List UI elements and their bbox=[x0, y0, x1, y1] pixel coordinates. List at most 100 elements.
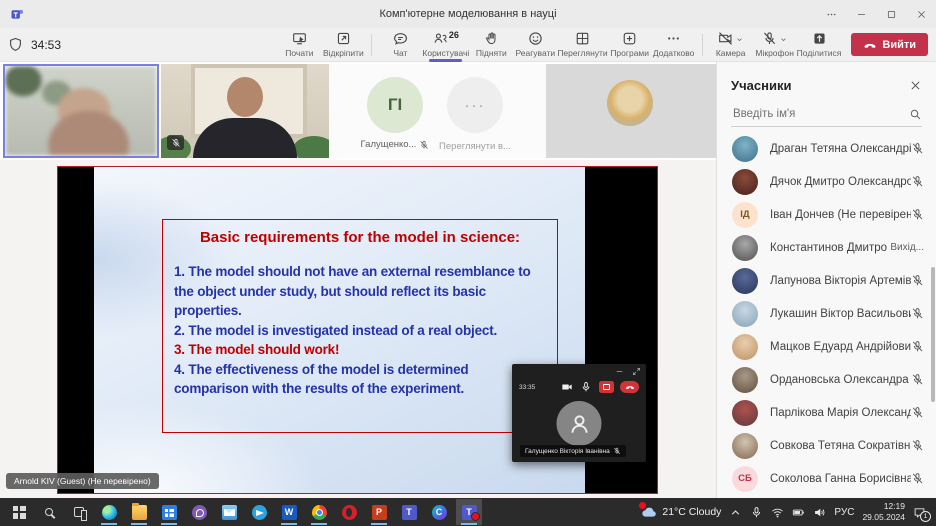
participant-row[interactable]: Дячок Дмитро Олександрович bbox=[717, 165, 936, 198]
participant-name: Ордановська Олександра Іго... bbox=[770, 374, 911, 386]
apps-button[interactable]: Програми bbox=[608, 28, 652, 62]
overflow-tile-label[interactable]: Переглянути в... bbox=[419, 141, 531, 152]
view-button[interactable]: Переглянути bbox=[557, 28, 607, 62]
action-center-button[interactable]: 1 bbox=[913, 506, 926, 519]
window-more-button[interactable] bbox=[816, 0, 846, 28]
edge-icon[interactable] bbox=[96, 499, 122, 525]
participant-name: Драган Тетяна Олександрівна bbox=[770, 143, 911, 155]
screen-share-icon bbox=[292, 31, 307, 46]
mic-off-icon bbox=[911, 307, 924, 320]
video-tile-active-speaker[interactable] bbox=[3, 64, 159, 158]
opera-icon[interactable] bbox=[336, 499, 362, 525]
video-tile-participant[interactable] bbox=[161, 64, 329, 158]
window-minimize-button[interactable] bbox=[846, 0, 876, 28]
more-button[interactable]: Додатково bbox=[652, 28, 696, 62]
phone-hangup-icon bbox=[863, 38, 877, 52]
meeting-info: 34:53 bbox=[8, 37, 61, 52]
clock[interactable]: 12:19 29.05.2024 bbox=[862, 501, 905, 522]
chevron-down-icon[interactable] bbox=[735, 35, 744, 44]
participant-avatar: СБ bbox=[732, 466, 758, 492]
weather-text: 21°C Cloudy bbox=[662, 506, 721, 518]
overflow-tile[interactable]: ··· bbox=[447, 77, 503, 133]
participant-name: Соколова Ганна Борисівна bbox=[770, 473, 911, 485]
participant-row[interactable]: ІД Іван Дончев (Не перевірено) bbox=[717, 198, 936, 231]
participant-count-badge: 26 bbox=[449, 31, 459, 40]
tray-expand-icon[interactable] bbox=[729, 506, 742, 519]
panel-scrollbar[interactable] bbox=[931, 267, 935, 402]
viber-icon[interactable] bbox=[186, 499, 212, 525]
teams-meeting-icon[interactable]: T bbox=[456, 499, 482, 525]
unpin-button[interactable]: Відкріпити bbox=[321, 28, 365, 62]
date-text: 29.05.2024 bbox=[862, 512, 905, 523]
camera-icon[interactable] bbox=[561, 381, 573, 393]
raise-hand-button[interactable]: Підняти bbox=[469, 28, 513, 62]
react-button[interactable]: Реагувати bbox=[513, 28, 557, 62]
participant-row[interactable]: Мацков Едуард Андрійович bbox=[717, 330, 936, 363]
window-maximize-button[interactable] bbox=[876, 0, 906, 28]
store-icon[interactable] bbox=[156, 499, 182, 525]
chat-button[interactable]: Чат bbox=[378, 28, 422, 62]
search-input[interactable] bbox=[731, 107, 909, 121]
participant-status bbox=[911, 307, 924, 320]
task-view-icon[interactable] bbox=[66, 499, 92, 525]
participant-name: Мацков Едуард Андрійович bbox=[770, 341, 911, 353]
participant-avatar bbox=[732, 136, 758, 162]
panel-close-button[interactable] bbox=[909, 79, 922, 92]
participant-row[interactable]: Совкова Тетяна Сократівна bbox=[717, 429, 936, 462]
participant-row[interactable]: Драган Тетяна Олександрівна bbox=[717, 132, 936, 165]
canva-icon[interactable]: C bbox=[426, 499, 452, 525]
mic-tray-icon[interactable] bbox=[750, 506, 763, 519]
hangup-button[interactable] bbox=[620, 381, 639, 393]
battery-icon[interactable] bbox=[792, 506, 805, 519]
chevron-down-icon[interactable] bbox=[779, 35, 788, 44]
chrome-icon[interactable] bbox=[306, 499, 332, 525]
participant-row[interactable]: Ордановська Олександра Іго... bbox=[717, 363, 936, 396]
participant-status bbox=[911, 274, 924, 287]
stop-share-button[interactable] bbox=[599, 381, 614, 393]
start-recording-button[interactable]: Почати bbox=[277, 28, 321, 62]
window-close-button[interactable] bbox=[906, 0, 936, 28]
participant-row[interactable]: Парлікова Марія Олександрі... bbox=[717, 396, 936, 429]
powerpoint-icon[interactable]: P bbox=[366, 499, 392, 525]
people-button[interactable]: 26 Користувачі bbox=[422, 28, 469, 62]
mini-call-window[interactable]: 33:35 Галущенко Вікторія Іванівна bbox=[512, 364, 646, 462]
time-text: 12:19 bbox=[862, 501, 905, 512]
mic-off-icon bbox=[911, 274, 924, 287]
teams-icon[interactable]: T bbox=[396, 499, 422, 525]
weather-widget[interactable]: 21°C Cloudy bbox=[641, 504, 721, 520]
expand-icon[interactable] bbox=[632, 367, 641, 376]
participant-row[interactable]: Лукашин Віктор Васильович bbox=[717, 297, 936, 330]
mic-off-icon bbox=[911, 340, 924, 353]
file-explorer-icon[interactable] bbox=[126, 499, 152, 525]
mail-icon[interactable] bbox=[216, 499, 242, 525]
minimize-icon[interactable] bbox=[615, 367, 624, 376]
mic-button[interactable]: Мікрофон bbox=[753, 28, 797, 62]
mic-off-icon bbox=[762, 31, 777, 46]
language-indicator[interactable]: РУС bbox=[834, 507, 854, 518]
mic-icon[interactable] bbox=[580, 381, 592, 393]
video-tile-photo-avatar[interactable] bbox=[546, 64, 716, 158]
smiley-icon bbox=[528, 31, 543, 46]
participant-initials-avatar[interactable]: ГІ bbox=[367, 77, 423, 133]
participant-placeholder-avatar bbox=[557, 401, 602, 446]
participant-search bbox=[731, 107, 922, 127]
participant-row[interactable]: СБ Соколова Ганна Борисівна bbox=[717, 462, 936, 495]
share-button[interactable]: Поділитися bbox=[797, 28, 842, 62]
leave-button[interactable]: Вийти bbox=[851, 33, 928, 56]
participant-row[interactable]: Константинов Дмитро С... Вихід... bbox=[717, 231, 936, 264]
participant-row[interactable]: Лапунова Вікторія Артемівна bbox=[717, 264, 936, 297]
telegram-icon[interactable] bbox=[246, 499, 272, 525]
mini-window-name-tag: Галущенко Вікторія Іванівна bbox=[520, 445, 626, 457]
start-icon[interactable] bbox=[6, 499, 32, 525]
participant-status-text: Вихід... bbox=[890, 242, 924, 253]
camera-button[interactable]: Камера bbox=[709, 28, 753, 62]
phone-hangup-icon bbox=[625, 382, 635, 392]
window-controls bbox=[816, 0, 936, 28]
toolbar-divider bbox=[371, 34, 372, 56]
participant-status bbox=[911, 373, 924, 386]
ellipsis-icon bbox=[666, 31, 681, 46]
search-icon[interactable] bbox=[36, 499, 62, 525]
network-icon[interactable] bbox=[771, 506, 784, 519]
word-icon[interactable]: W bbox=[276, 499, 302, 525]
volume-icon[interactable] bbox=[813, 506, 826, 519]
